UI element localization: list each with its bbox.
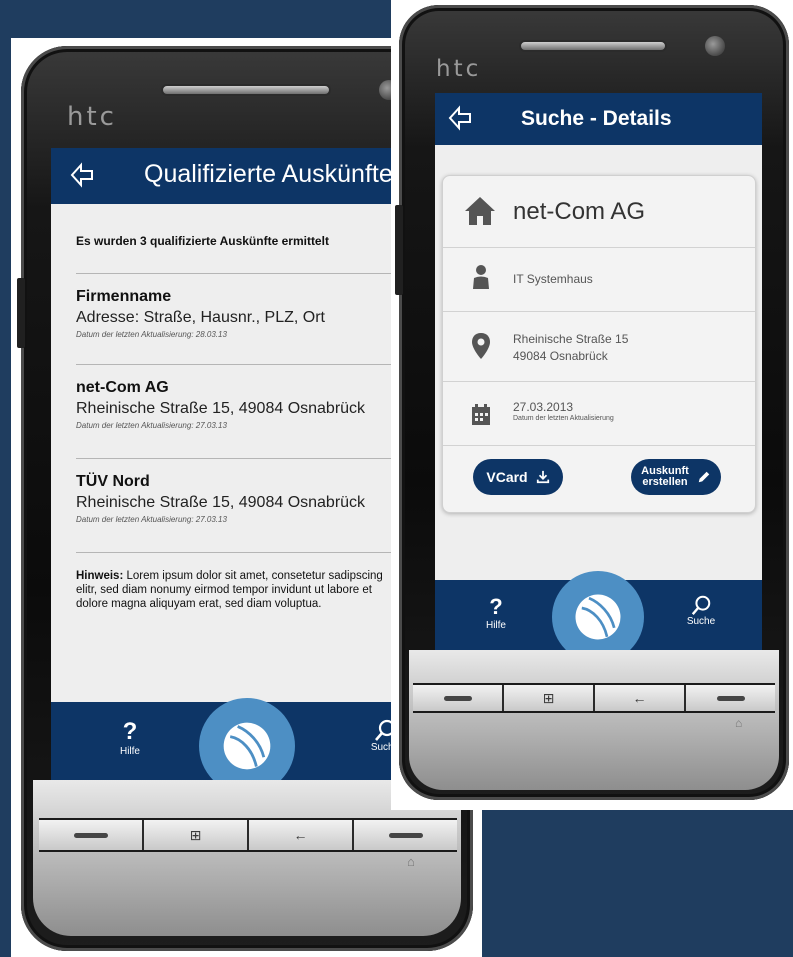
phone-right-chin	[409, 650, 779, 790]
phone-left-screen: Qualifizierte Auskünfte Es wurden 3 qual…	[51, 148, 392, 780]
list-item[interactable]: net-Com AG Rheinische Straße 15, 49084 O…	[76, 379, 365, 430]
list-item-updated: Datum der letzten Aktualisierung: 27.03.…	[76, 515, 227, 524]
address-row: Rheinische Straße 15 49084 Osnabrück	[443, 312, 755, 382]
phone-left-hardware-keys: ⊞ ←	[39, 818, 457, 852]
magnifier-icon	[375, 719, 392, 741]
divider	[76, 552, 392, 553]
nav-help-label: Hilfe	[119, 746, 140, 757]
nav-search-button[interactable]: Suche	[679, 594, 723, 627]
call-key[interactable]	[413, 685, 504, 711]
list-item-address: Rheinische Straße 15, 49084 Osnabrück	[76, 494, 366, 511]
divider	[76, 364, 392, 365]
map-pin-icon	[471, 332, 491, 360]
call-key-bar	[443, 695, 472, 701]
list-item-name: Firmenname	[76, 288, 172, 305]
list-item-address: Adresse: Straße, Hausnr., PLZ, Ort	[76, 309, 325, 326]
map-pin-icon-svg	[472, 333, 490, 359]
list-item-name: net-Com AG	[76, 379, 169, 396]
list-item[interactable]: Firmenname Adresse: Straße, Hausnr., PLZ…	[76, 288, 325, 339]
divider	[76, 458, 392, 459]
calendar-icon	[471, 404, 491, 426]
calendar-icon-svg	[472, 404, 490, 425]
nav-search-button[interactable]: Suche	[363, 718, 392, 753]
person-icon-svg	[473, 265, 489, 289]
end-key[interactable]	[354, 820, 457, 850]
house-icon-svg	[465, 197, 495, 225]
ball-logo-icon	[575, 594, 621, 640]
phone-right-hardware-keys: ⊞ ←	[413, 683, 775, 713]
hint-body: Lorem ipsum dolor sit amet, consetetur s…	[76, 570, 383, 610]
vcard-button[interactable]: VCard	[473, 459, 563, 495]
divider	[76, 273, 392, 274]
ball-logo-icon	[223, 722, 271, 770]
result-count-text: Es wurden 3 qualifizierte Auskünfte ermi…	[76, 234, 329, 248]
back-arrow-icon[interactable]	[69, 162, 95, 188]
help-icon: ?	[122, 718, 138, 745]
download-icon	[536, 470, 549, 484]
phone-right: htc Suche - Details net-Com AG IT System…	[391, 0, 793, 810]
back-key[interactable]: ←	[249, 820, 354, 850]
call-key[interactable]	[39, 820, 144, 850]
page-title: Suche - Details	[521, 107, 672, 130]
end-key-bar	[388, 832, 423, 838]
list-item-updated: Datum der letzten Aktualisierung: 28.03.…	[76, 330, 227, 339]
phone-right-brand-logo: htc	[436, 56, 482, 82]
help-icon: ?	[489, 594, 503, 619]
end-key-bar	[716, 695, 745, 701]
update-date-caption: Datum der letzten Aktualisierung	[513, 415, 614, 422]
phone-right-side-button	[395, 205, 403, 295]
nav-help-label: Hilfe	[485, 620, 506, 631]
company-name: net-Com AG	[513, 198, 646, 225]
phone-left-side-button	[17, 278, 25, 348]
list-item-name: TÜV Nord	[76, 473, 150, 490]
home-hw-icon[interactable]: ⌂	[735, 716, 742, 730]
end-key[interactable]	[686, 685, 775, 711]
phone-left-speaker	[161, 84, 331, 96]
list-item[interactable]: TÜV Nord Rheinische Straße 15, 49084 Osn…	[76, 473, 365, 524]
phone-left-brand-logo: htc	[67, 102, 117, 132]
hint-text: Hinweis: Lorem ipsum dolor sit amet, con…	[76, 569, 392, 611]
back-key[interactable]: ←	[595, 685, 686, 711]
call-key-bar	[73, 832, 108, 838]
company-details-card: net-Com AG IT Systemhaus Rheinische Stra…	[442, 175, 756, 513]
person-icon	[471, 264, 491, 290]
phone-right-screen: Suche - Details net-Com AG IT Systemhaus…	[435, 93, 762, 650]
hint-label: Hinweis:	[76, 570, 124, 582]
home-hw-icon[interactable]: ⌂	[407, 854, 415, 869]
house-icon	[463, 194, 497, 228]
back-arrow-icon[interactable]	[447, 105, 473, 131]
address-street: Rheinische Straße 15	[513, 332, 629, 346]
phone-right-topbar: Suche - Details	[435, 93, 762, 145]
nav-search-label: Suche	[686, 616, 716, 627]
list-item-updated: Datum der letzten Aktualisierung: 27.03.…	[76, 421, 227, 430]
windows-key[interactable]: ⊞	[504, 685, 595, 711]
nav-search-label: Suche	[370, 742, 392, 753]
phone-right-speaker	[519, 40, 667, 52]
nav-help-button[interactable]: ? Hilfe	[113, 718, 147, 757]
company-row: net-Com AG	[443, 176, 755, 248]
company-category: IT Systemhaus	[513, 272, 593, 286]
list-item-address: Rheinische Straße 15, 49084 Osnabrück	[76, 400, 366, 417]
vcard-label: VCard	[486, 469, 528, 485]
windows-key[interactable]: ⊞	[144, 820, 249, 850]
update-date: 27.03.2013	[513, 400, 574, 414]
phone-left-topbar: Qualifizierte Auskünfte	[51, 148, 392, 204]
create-request-label: Auskunft erstellen	[641, 466, 689, 488]
phone-right-camera	[705, 36, 725, 56]
page-title: Qualifizierte Auskünfte	[144, 160, 392, 188]
nav-help-button[interactable]: ? Hilfe	[479, 594, 513, 631]
address-city: 49084 Osnabrück	[513, 349, 608, 363]
date-row: 27.03.2013 Datum der letzten Aktualisier…	[443, 382, 755, 446]
create-request-label-2: erstellen	[642, 476, 688, 488]
magnifier-icon	[691, 595, 711, 615]
pencil-icon	[698, 471, 710, 483]
category-row: IT Systemhaus	[443, 248, 755, 312]
create-request-button[interactable]: Auskunft erstellen	[631, 459, 721, 495]
